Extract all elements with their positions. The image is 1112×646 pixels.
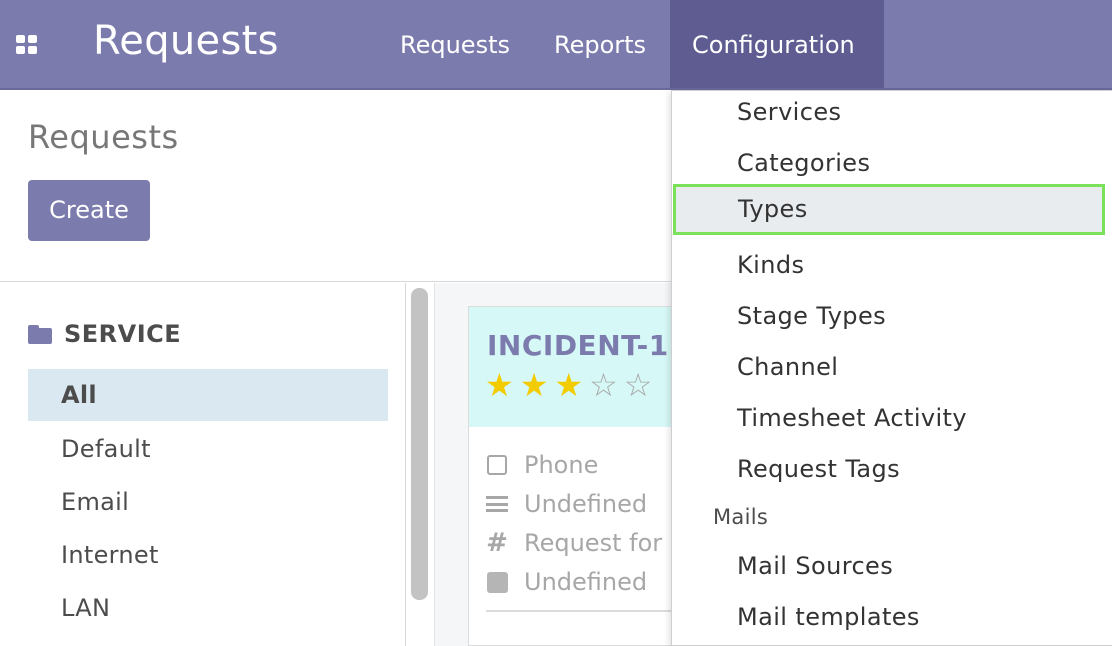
search-panel-scrollbar[interactable] [411, 288, 428, 600]
menu-item-mail-sources[interactable]: Mail Sources [672, 541, 1112, 592]
search-panel-header: SERVICE [28, 319, 181, 349]
star-filled-icon[interactable]: ★ [554, 369, 583, 401]
hash-icon: # [486, 528, 508, 558]
page-title: Requests [28, 118, 179, 156]
star-filled-icon[interactable]: ★ [485, 369, 514, 401]
nav-requests[interactable]: Requests [378, 0, 532, 88]
service-item-lan[interactable]: LAN [28, 582, 388, 634]
menu-item-channel[interactable]: Channel [672, 342, 1112, 393]
card-title: INCIDENT-1 [487, 329, 669, 362]
nav-reports[interactable]: Reports [532, 0, 668, 88]
menu-header-mails: Mails [713, 505, 769, 529]
apps-menu-icon[interactable] [16, 35, 40, 55]
card-channel: Phone [486, 450, 598, 480]
service-item-all[interactable]: All [28, 369, 388, 421]
service-item-default[interactable]: Default [28, 423, 388, 475]
configuration-dropdown: Services Categories Types Kinds Stage Ty… [671, 90, 1112, 646]
service-item-internet[interactable]: Internet [28, 529, 388, 581]
menu-item-types[interactable]: Types [673, 184, 1105, 235]
search-panel-header-label: SERVICE [64, 320, 182, 348]
star-filled-icon[interactable]: ★ [520, 369, 549, 401]
card-type: # Request for [486, 528, 662, 558]
card-kind: Undefined [486, 567, 647, 597]
square-icon [486, 571, 508, 593]
folder-icon [28, 324, 52, 344]
priority-stars: ★ ★ ★ ☆ ☆ [485, 369, 652, 401]
checkbox-icon [486, 455, 508, 475]
menu-item-mail-templates[interactable]: Mail templates [672, 592, 1112, 643]
card-channel-text: Phone [524, 451, 599, 479]
card-kind-text: Undefined [524, 568, 648, 596]
menu-item-services[interactable]: Services [672, 87, 1112, 138]
list-icon [486, 496, 508, 512]
star-empty-icon[interactable]: ☆ [624, 369, 653, 401]
app-title: Requests [93, 18, 279, 64]
service-item-email[interactable]: Email [28, 476, 388, 528]
card-category-text: Undefined [524, 490, 648, 518]
menu-item-kinds[interactable]: Kinds [672, 240, 1112, 291]
menu-item-timesheet-activity[interactable]: Timesheet Activity [672, 393, 1112, 444]
star-empty-icon[interactable]: ☆ [589, 369, 618, 401]
card-type-text: Request for [524, 529, 663, 557]
top-navbar: Requests Requests Reports Configuration [0, 0, 1112, 90]
nav-configuration[interactable]: Configuration [670, 0, 884, 88]
menu-item-stage-types[interactable]: Stage Types [672, 291, 1112, 342]
menu-item-categories[interactable]: Categories [672, 138, 1112, 189]
menu-item-request-tags[interactable]: Request Tags [672, 444, 1112, 495]
card-category: Undefined [486, 489, 647, 519]
create-button[interactable]: Create [28, 180, 150, 241]
search-panel: SERVICE All Default Email Internet LAN [0, 283, 406, 646]
